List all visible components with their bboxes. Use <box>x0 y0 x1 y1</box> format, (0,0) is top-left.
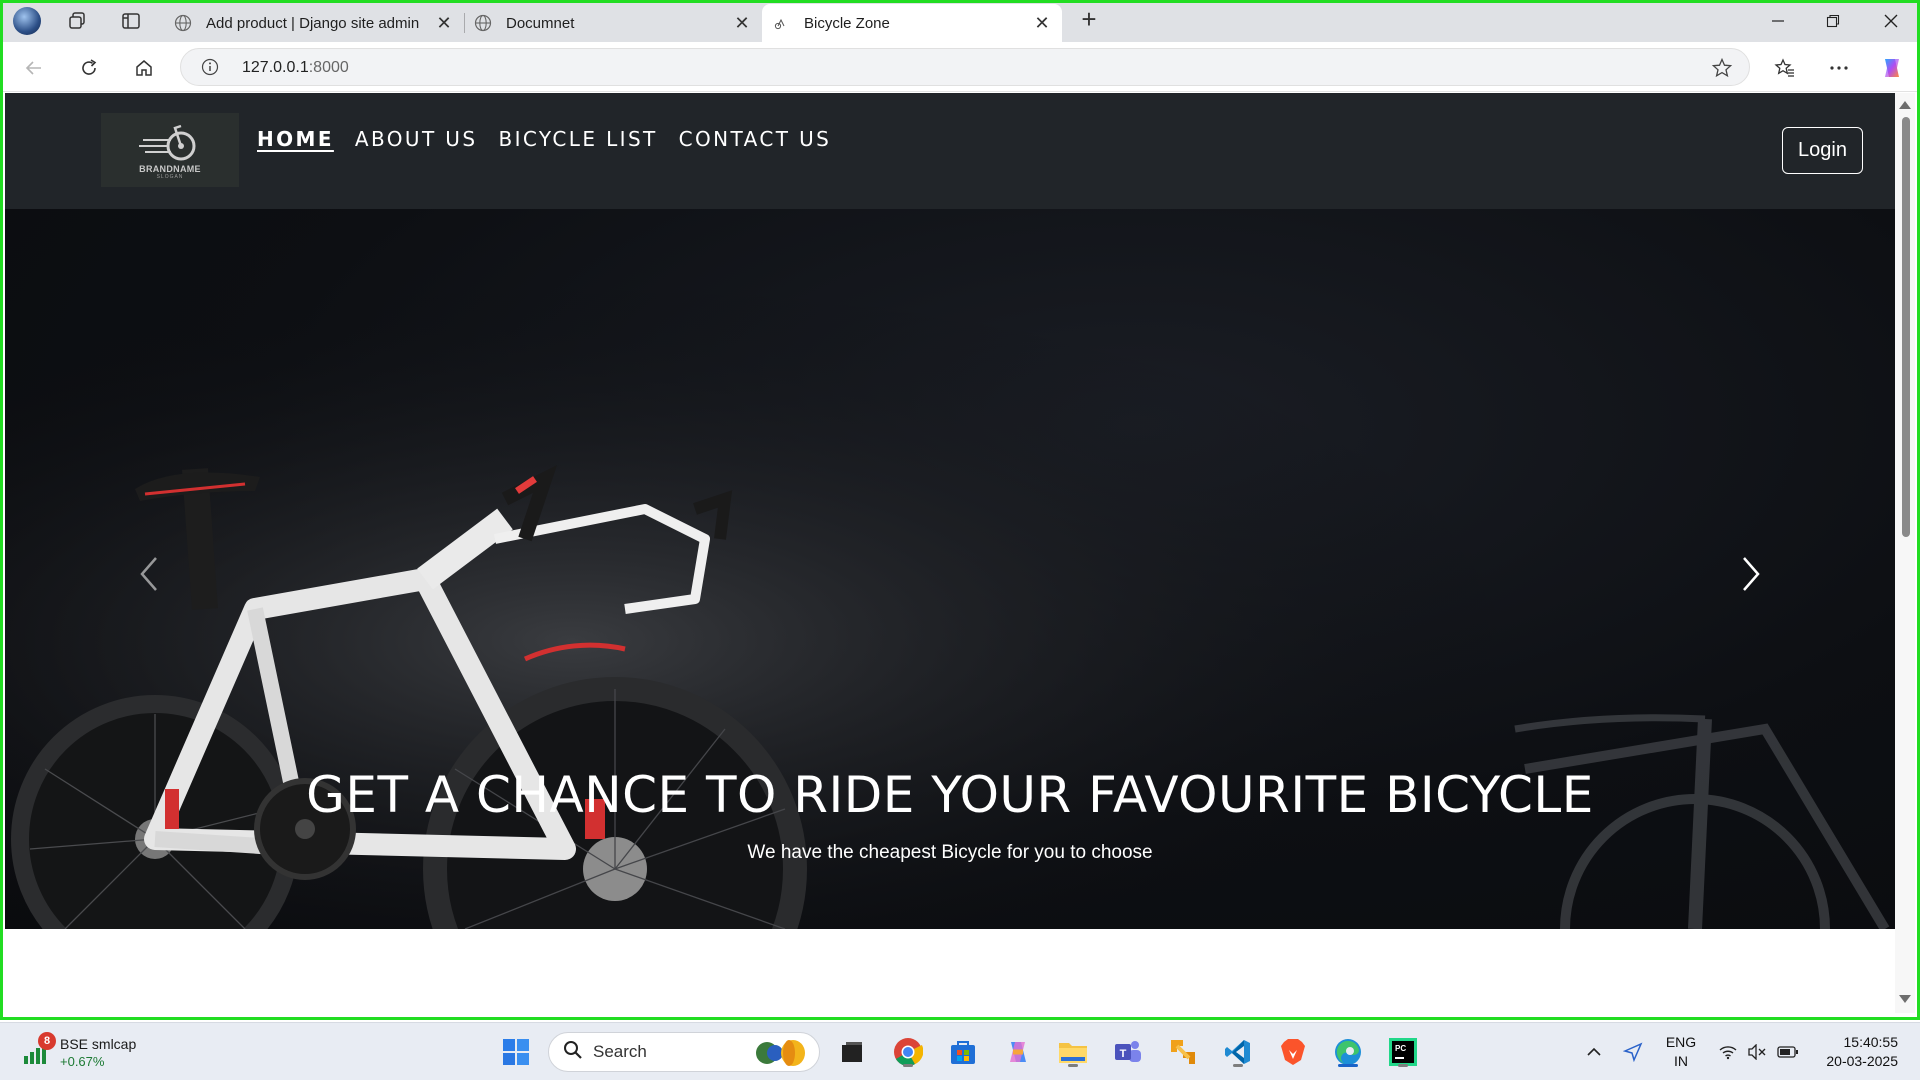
scroll-down-arrow[interactable] <box>1899 995 1911 1003</box>
location-arrow-icon[interactable] <box>1620 1023 1646 1080</box>
close-tab-icon[interactable]: ✕ <box>434 13 454 33</box>
brave-icon[interactable] <box>1275 1034 1311 1070</box>
tab-title: Bicycle Zone <box>804 14 890 32</box>
address-bar[interactable]: 127.0.0.1:8000 <box>180 48 1750 86</box>
taskbar-search[interactable]: Search <box>548 1032 820 1072</box>
site-info-icon[interactable] <box>201 58 219 81</box>
site-navbar: BRANDNAME SLOGAN HOME ABOUT US BICYCLE L… <box>5 93 1895 209</box>
widget-title: BSE smlcap <box>60 1035 137 1052</box>
scrollbar-thumb[interactable] <box>1902 117 1910 537</box>
tab-documnet[interactable]: Documnet ✕ <box>464 4 762 42</box>
clock-date: 20-03-2025 <box>1826 1053 1898 1069</box>
windows-start-icon[interactable] <box>498 1034 534 1070</box>
notification-badge: 8 <box>38 1032 56 1050</box>
language-indicator[interactable]: ENG IN <box>1664 1033 1698 1071</box>
stock-widget[interactable]: 8 BSE smlcap +0.67% <box>22 1029 136 1075</box>
login-button[interactable]: Login <box>1782 127 1863 174</box>
brand-logo[interactable]: BRANDNAME SLOGAN <box>101 113 239 187</box>
tab-django-admin[interactable]: Add product | Django site admin ✕ <box>164 4 465 42</box>
system-clock[interactable]: 15:40:55 20-03-2025 <box>1812 1033 1898 1071</box>
hero-subheading: We have the cheapest Bicycle for you to … <box>747 842 1153 863</box>
widget-change: +0.67% <box>60 1053 105 1069</box>
carousel-next-button[interactable] <box>1731 549 1771 599</box>
microsoft-store-icon[interactable] <box>945 1034 981 1070</box>
globe-icon <box>474 14 492 32</box>
search-placeholder: Search <box>593 1042 647 1061</box>
hero-carousel: GET A CHANCE TO RIDE YOUR FAVOURITE BICY… <box>5 209 1895 929</box>
chart-bars-icon: 8 <box>22 1032 56 1064</box>
more-options-icon[interactable] <box>1823 52 1855 84</box>
minimize-button[interactable] <box>1763 8 1793 34</box>
url-text[interactable]: 127.0.0.1:8000 <box>242 59 349 77</box>
edge-icon[interactable] <box>1330 1034 1366 1070</box>
favorite-star-icon[interactable] <box>1711 57 1733 84</box>
copilot-icon[interactable] <box>1876 52 1908 84</box>
brand-slogan: SLOGAN <box>156 174 184 180</box>
web-page: BRANDNAME SLOGAN HOME ABOUT US BICYCLE L… <box>5 93 1895 929</box>
search-icon <box>563 1040 583 1065</box>
nav-home[interactable]: HOME <box>257 127 334 151</box>
brand-name: BRANDNAME <box>139 164 201 174</box>
nav-contact-us[interactable]: CONTACT US <box>679 127 832 151</box>
vertical-tabs-icon[interactable] <box>116 6 146 36</box>
new-tab-button[interactable]: + <box>1076 6 1102 34</box>
svg-text:T: T <box>1120 1048 1127 1060</box>
close-tab-icon[interactable]: ✕ <box>1032 13 1052 33</box>
wifi-icon[interactable] <box>1716 1023 1740 1080</box>
chevron-left-icon <box>140 557 157 591</box>
vscode-icon[interactable] <box>1220 1034 1256 1070</box>
teams-icon[interactable]: T <box>1110 1034 1146 1070</box>
profile-avatar[interactable] <box>12 6 42 36</box>
battery-icon[interactable] <box>1775 1023 1801 1080</box>
chevron-right-icon <box>1743 557 1760 591</box>
workspaces-icon[interactable] <box>62 6 92 36</box>
volume-muted-icon[interactable] <box>1745 1023 1769 1080</box>
tab-title: Documnet <box>506 14 575 32</box>
favorites-icon[interactable] <box>1769 52 1801 84</box>
hero-caption: GET A CHANCE TO RIDE YOUR FAVOURITE BICY… <box>5 766 1895 864</box>
nav-about-us[interactable]: ABOUT US <box>355 127 478 151</box>
tab-bicycle-zone[interactable]: Bicycle Zone ✕ <box>762 4 1062 42</box>
back-button[interactable] <box>18 52 50 84</box>
pycharm-icon[interactable]: PC <box>1385 1034 1421 1070</box>
tab-title: Add product | Django site admin <box>206 14 420 32</box>
page-scrollbar[interactable] <box>1895 93 1915 1013</box>
bicycle-logo-icon <box>139 124 196 161</box>
hero-heading: GET A CHANCE TO RIDE YOUR FAVOURITE BICY… <box>306 766 1594 824</box>
main-navigation: HOME ABOUT US BICYCLE LIST CONTACT US <box>257 127 831 151</box>
browser-toolbar: 127.0.0.1:8000 <box>0 42 1920 92</box>
show-hidden-icons-chevron[interactable] <box>1582 1023 1606 1080</box>
home-button[interactable] <box>128 52 160 84</box>
close-tab-icon[interactable]: ✕ <box>732 13 752 33</box>
clock-time: 15:40:55 <box>1843 1034 1899 1050</box>
globe-icon <box>174 14 192 32</box>
svg-text:PC: PC <box>1395 1044 1406 1053</box>
copilot-app-icon[interactable] <box>1000 1034 1036 1070</box>
restore-button[interactable] <box>1818 8 1848 34</box>
nav-bicycle-list[interactable]: BICYCLE LIST <box>498 127 657 151</box>
browser-tab-strip: Add product | Django site admin ✕ Documn… <box>0 0 1920 42</box>
git-tool-icon[interactable] <box>1165 1034 1201 1070</box>
scroll-up-arrow[interactable] <box>1899 101 1911 109</box>
windows-taskbar: 8 BSE smlcap +0.67% Search T PC ENG IN 1… <box>0 1022 1920 1080</box>
close-window-button[interactable] <box>1876 8 1906 34</box>
file-explorer-icon[interactable] <box>1055 1034 1091 1070</box>
search-highlight-icon <box>755 1039 809 1072</box>
refresh-button[interactable] <box>73 52 105 84</box>
bicycle-favicon-icon <box>772 14 790 32</box>
chrome-icon[interactable] <box>890 1034 926 1070</box>
carousel-prev-button[interactable] <box>129 549 169 599</box>
task-view-icon[interactable] <box>834 1034 870 1070</box>
